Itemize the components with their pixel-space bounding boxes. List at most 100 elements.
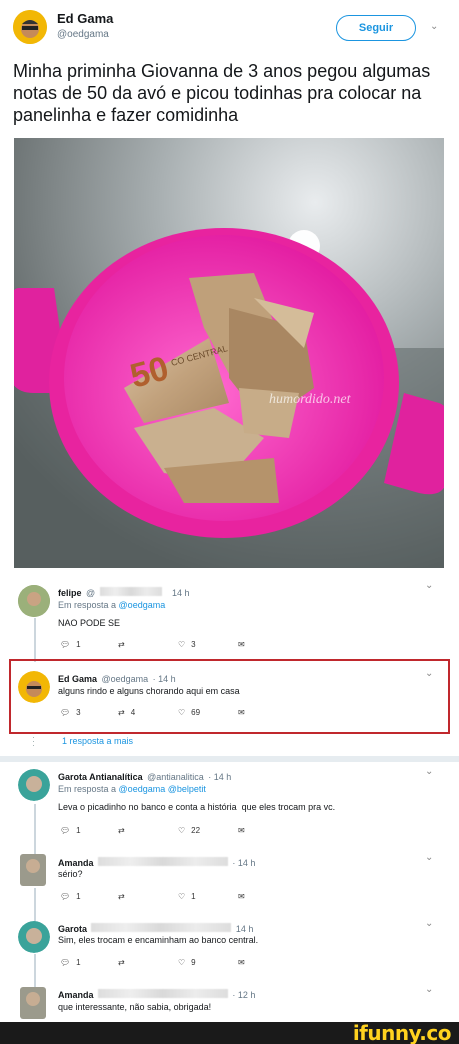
reply-time[interactable]: 14 h: [236, 924, 254, 934]
envelope-icon: ✉: [238, 826, 245, 835]
reply-to-prefix: Em resposta a: [58, 784, 117, 794]
tweet-photo[interactable]: 50 CO CENTRAL humordido.net: [14, 138, 444, 568]
reply-text: NAO PODE SE: [58, 618, 121, 628]
dm-button[interactable]: ✉: [238, 640, 245, 649]
retweet-icon: ⇄: [118, 708, 125, 717]
reply-actions: 💬︎ 1 ⇄ ♡ 3 ✉: [60, 640, 260, 654]
reply-time[interactable]: 14 h: [172, 588, 190, 598]
avatar[interactable]: [18, 585, 50, 617]
chevron-down-icon[interactable]: ⌄: [425, 852, 433, 863]
thread-line: [34, 888, 36, 923]
reply-actions: 💬︎ 3 ⇄ 4 ♡ 69 ✉: [60, 708, 260, 722]
reply-to-link[interactable]: @oedgama: [119, 600, 166, 610]
retweet-button[interactable]: ⇄: [118, 640, 131, 649]
reply-text: alguns rindo e alguns chorando aqui em c…: [58, 686, 240, 696]
heart-icon: ♡: [178, 708, 186, 717]
reply-count: 1: [76, 958, 81, 967]
reply-time[interactable]: · 12 h: [232, 990, 255, 1000]
blurred-handle: [91, 923, 232, 933]
comment-icon: 💬︎: [60, 892, 71, 901]
reply-count: 1: [76, 640, 81, 649]
reply-button[interactable]: 💬︎ 1: [60, 892, 81, 901]
reply-author-name[interactable]: Amanda: [58, 990, 94, 1000]
like-count: 3: [191, 640, 196, 649]
dm-button[interactable]: ✉: [238, 708, 245, 717]
heart-icon: ♡: [178, 640, 186, 649]
thread-line: [34, 618, 36, 662]
reply-button[interactable]: 💬︎ 3: [60, 708, 81, 717]
author-name[interactable]: Ed Gama: [57, 11, 113, 26]
reply-author-name[interactable]: Ed Gama: [58, 674, 97, 684]
reply-to-link[interactable]: @oedgama @belpetit: [119, 784, 206, 794]
avatar[interactable]: [13, 10, 47, 44]
reply-time[interactable]: · 14 h: [153, 674, 176, 684]
retweet-count: 4: [130, 708, 136, 717]
like-button[interactable]: ♡ 9: [178, 958, 196, 967]
comment-icon: 💬︎: [60, 640, 71, 649]
dm-button[interactable]: ✉: [238, 826, 245, 835]
reply-text: Sim, eles trocam e encaminham ao banco c…: [58, 935, 259, 945]
reply-author-name[interactable]: Garota Antianalítica: [58, 772, 143, 782]
more-dots-icon: · · ·: [32, 732, 35, 750]
like-button[interactable]: ♡ 69: [178, 708, 200, 717]
blurred-handle: [97, 857, 228, 867]
more-replies-link[interactable]: 1 resposta a mais: [62, 736, 133, 746]
thread-line: [34, 804, 36, 854]
like-count: 22: [191, 826, 201, 835]
chevron-down-icon[interactable]: ⌄: [430, 21, 438, 32]
retweet-icon: ⇄: [118, 640, 125, 649]
reply-text: sério?: [58, 869, 83, 879]
reply-button[interactable]: 💬︎ 1: [60, 640, 81, 649]
heart-icon: ♡: [178, 826, 186, 835]
chevron-down-icon[interactable]: ⌄: [425, 984, 433, 995]
reply-header: felipe @ 14 h: [58, 583, 190, 601]
reply-author-name[interactable]: felipe: [58, 588, 82, 598]
reply-button[interactable]: 💬︎ 1: [60, 826, 81, 835]
ifunny-logo[interactable]: ifunny.co: [353, 1022, 452, 1044]
avatar[interactable]: [18, 769, 50, 801]
reply-author-handle[interactable]: @: [86, 588, 95, 598]
reply-header: Amanda · 12 h: [58, 985, 255, 1003]
reply-text: Leva o picadinho no banco e conta a hist…: [58, 802, 336, 812]
retweet-button[interactable]: ⇄ 4: [118, 708, 135, 717]
author-handle[interactable]: @oedgama: [57, 29, 109, 40]
reply-author-handle[interactable]: @oedgama: [101, 674, 148, 684]
retweet-button[interactable]: ⇄: [118, 892, 131, 901]
retweet-icon: ⇄: [118, 958, 125, 967]
chevron-down-icon[interactable]: ⌄: [425, 918, 433, 929]
reply-to-line: Em resposta a @oedgama: [58, 600, 165, 610]
reply-time[interactable]: · 14 h: [208, 772, 231, 782]
comment-icon: 💬︎: [60, 708, 71, 717]
reply-button[interactable]: 💬︎ 1: [60, 958, 81, 967]
chevron-down-icon[interactable]: ⌄: [425, 766, 433, 777]
avatar[interactable]: [20, 987, 46, 1019]
dm-button[interactable]: ✉: [238, 892, 245, 901]
watermark: humordido.net: [269, 392, 352, 407]
blurred-handle: [99, 587, 162, 597]
reply-author-handle[interactable]: @antianalitica: [147, 772, 204, 782]
chevron-down-icon[interactable]: ⌄: [425, 668, 433, 679]
like-button[interactable]: ♡ 22: [178, 826, 200, 835]
reply-author-name[interactable]: Amanda: [58, 858, 94, 868]
avatar[interactable]: [18, 671, 50, 703]
heart-icon: ♡: [178, 958, 186, 967]
dm-button[interactable]: ✉: [238, 958, 245, 967]
avatar[interactable]: [20, 854, 46, 886]
reply-text: que interessante, não sabia, obrigada!: [58, 1002, 212, 1012]
like-count: 69: [191, 708, 201, 717]
retweet-button[interactable]: ⇄: [118, 958, 131, 967]
reply-header: Garota Antianalítica @antianalitica · 14…: [58, 767, 231, 785]
reply-time[interactable]: · 14 h: [232, 858, 255, 868]
like-button[interactable]: ♡ 3: [178, 640, 196, 649]
reply-to-line: Em resposta a @oedgama @belpetit: [58, 784, 206, 794]
reply-author-name[interactable]: Garota: [58, 924, 87, 934]
like-button[interactable]: ♡ 1: [178, 892, 196, 901]
envelope-icon: ✉: [238, 892, 245, 901]
chevron-down-icon[interactable]: ⌄: [425, 580, 433, 591]
avatar[interactable]: [18, 921, 50, 953]
footer-bar: ifunny.co: [0, 1022, 459, 1044]
like-count: 9: [191, 958, 196, 967]
retweet-button[interactable]: ⇄: [118, 826, 131, 835]
follow-button[interactable]: Seguir: [336, 15, 416, 41]
section-divider: [0, 756, 459, 762]
